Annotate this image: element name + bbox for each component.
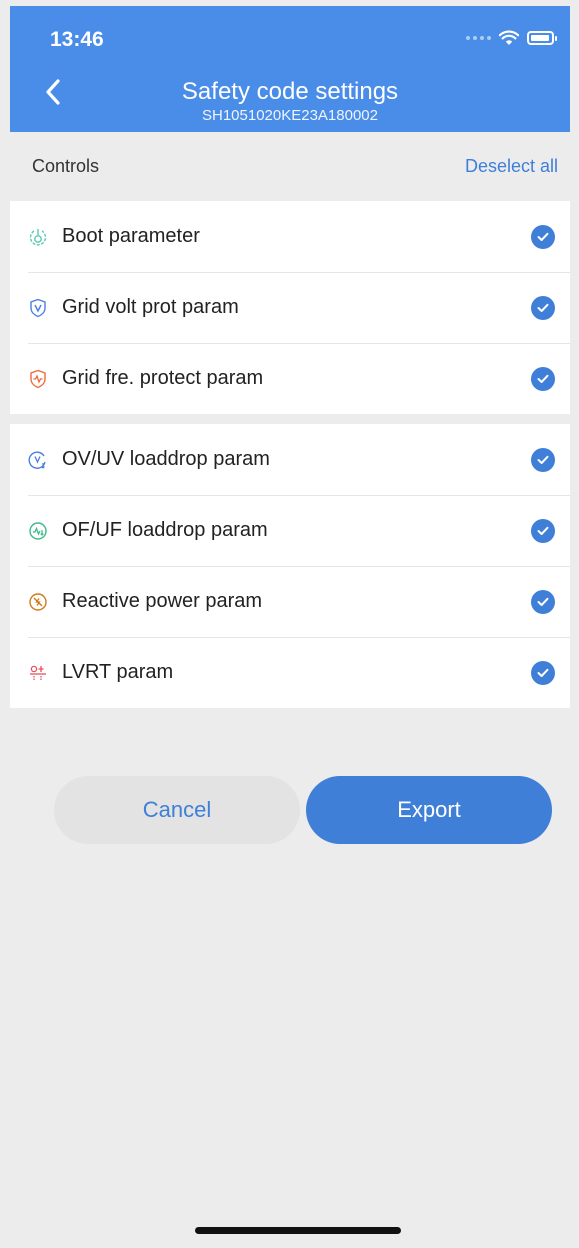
checkmark-icon (537, 597, 549, 606)
list-item-lvrt-param[interactable]: LVRT param (10, 637, 570, 708)
checkbox-checked[interactable] (531, 366, 555, 391)
frequency-drop-icon (28, 521, 48, 541)
voltage-drop-icon (28, 450, 48, 470)
export-button[interactable]: Export (306, 776, 552, 844)
wifi-icon (499, 30, 519, 45)
list-item-label: OF/UF loaddrop param (62, 519, 268, 541)
list-item-ov-uv-loaddrop-param[interactable]: OV/UV loaddrop param (10, 424, 570, 495)
controls-section-header: Controls Deselect all (10, 132, 570, 201)
reactive-power-icon (28, 592, 48, 612)
voltage-shield-icon (28, 298, 48, 318)
checkbox-checked[interactable] (531, 589, 555, 614)
list-item-grid-fre-protect-param[interactable]: Grid fre. protect param (10, 343, 570, 414)
checkmark-icon (537, 668, 549, 677)
checkmark-icon (537, 526, 549, 535)
list-item-label: Boot parameter (62, 225, 200, 247)
power-plug-icon (28, 227, 48, 247)
list-item-label: LVRT param (62, 661, 174, 683)
checkbox-checked[interactable] (531, 224, 555, 249)
list-item-boot-parameter[interactable]: Boot parameter (10, 201, 570, 272)
section-label: Controls (32, 156, 100, 176)
list-item-label: Grid fre. protect param (62, 367, 264, 389)
cellular-signal-icon (466, 36, 491, 40)
settings-group-1: Boot parameter Grid volt prot param Grid… (10, 201, 570, 414)
checkbox-checked[interactable] (531, 660, 555, 685)
checkmark-icon (537, 374, 549, 383)
list-item-label: Grid volt prot param (62, 296, 239, 318)
home-indicator[interactable] (195, 1227, 401, 1234)
frequency-shield-icon (28, 369, 48, 389)
checkbox-checked[interactable] (531, 518, 555, 543)
page-title: Safety code settings (181, 78, 399, 105)
list-item-grid-volt-prot-param[interactable]: Grid volt prot param (10, 272, 570, 343)
battery-icon (527, 31, 557, 45)
status-time: 13:46 (50, 28, 104, 51)
deselect-all-button[interactable]: Deselect all (465, 156, 558, 177)
checkmark-icon (537, 455, 549, 464)
cancel-button[interactable]: Cancel (54, 776, 300, 844)
device-serial: SH1051020KE23A180002 (202, 107, 378, 124)
header-bar: 13:46 Safety code settings SH1051020KE23… (10, 6, 570, 132)
checkmark-icon (537, 232, 549, 241)
action-buttons: Cancel Export (10, 776, 570, 844)
checkbox-checked[interactable] (531, 447, 555, 472)
list-item-label: OV/UV loaddrop param (62, 448, 270, 470)
checkbox-checked[interactable] (531, 295, 555, 320)
list-item-reactive-power-param[interactable]: Reactive power param (10, 566, 570, 637)
checkmark-icon (537, 303, 549, 312)
settings-group-2: OV/UV loaddrop param OF/UF loaddrop para… (10, 424, 570, 708)
list-item-of-uf-loaddrop-param[interactable]: OF/UF loaddrop param (10, 495, 570, 566)
lvrt-icon (28, 663, 48, 683)
phone-screen: 13:46 Safety code settings SH1051020KE23… (10, 6, 570, 1242)
status-icons (466, 30, 557, 46)
list-item-label: Reactive power param (62, 590, 263, 612)
